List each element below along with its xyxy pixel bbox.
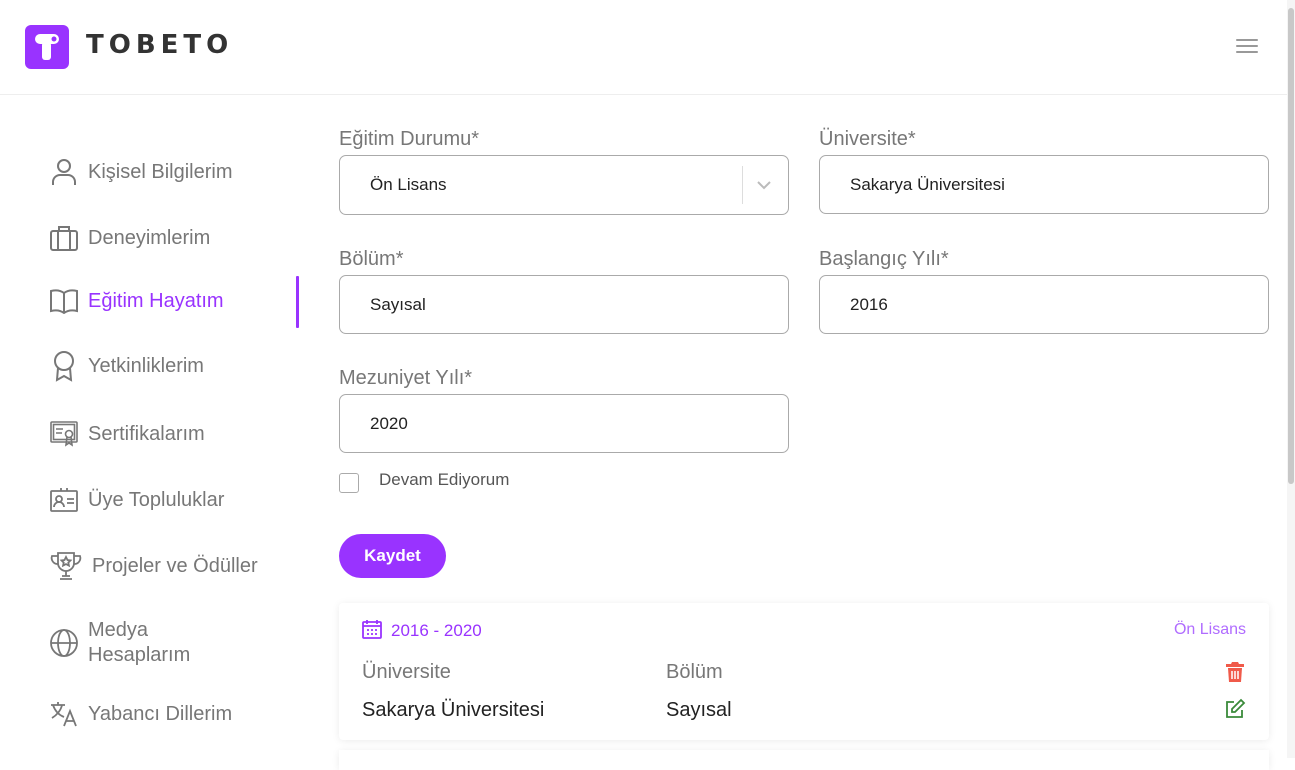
globe-icon [48,627,80,659]
select-divider [742,166,743,204]
university-label: Üniversite* [819,128,916,150]
sidebar-item-label: Yabancı Dillerim [88,702,233,725]
sidebar-item-label: Üye Topluluklar [88,488,225,511]
sidebar-item-label: Projeler ve Ödüller [92,554,258,577]
calendar-icon [361,618,383,645]
chevron-down-icon[interactable] [754,174,774,199]
sidebar-item-label: Deneyimlerim [88,226,211,249]
university-input[interactable]: Sakarya Üniversitesi [819,155,1269,214]
active-indicator [296,276,299,328]
education-status-value: Ön Lisans [370,175,447,194]
department-label: Bölüm* [339,248,404,270]
department-input[interactable]: Sayısal [339,275,789,334]
graduation-year-label: Mezuniyet Yılı* [339,367,473,389]
logo-text[interactable]: TOBETO [86,30,233,60]
scrollbar-thumb[interactable] [1288,8,1294,484]
ongoing-checkbox[interactable] [339,473,359,493]
trophy-icon [48,550,84,582]
save-button[interactable]: Kaydet [339,534,446,578]
sidebar-item-uye-topluluklar[interactable]: Üye Topluluklar [48,484,224,516]
ongoing-checkbox-label[interactable]: Devam Ediyorum [379,470,509,490]
department-value: Sayısal [666,699,732,721]
sidebar-item-projeler-ve-oduller[interactable]: Projeler ve Ödüller [48,550,258,582]
user-icon [48,156,80,188]
start-year-value: 2016 [850,294,888,314]
sidebar-item-label: Sertifikalarım [88,422,205,445]
translate-icon [48,698,80,730]
sidebar-item-label: Yetkinliklerim [88,354,204,377]
department-value: Sayısal [370,294,426,314]
id-card-icon [48,484,80,516]
sidebar-item-kisisel-bilgilerim[interactable]: Kişisel Bilgilerim [48,156,232,188]
education-level: Ön Lisans [1173,621,1246,638]
edit-icon[interactable] [1224,698,1246,725]
education-card: 2016 - 2020 Ön Lisans Üniversite Bölüm S… [339,603,1269,740]
department-header: Bölüm [666,661,723,683]
sidebar-item-yabanci-dillerim[interactable]: Yabancı Dillerim [48,698,232,730]
book-icon [48,285,80,317]
sidebar-item-egitim-hayatim[interactable]: Eğitim Hayatım [48,285,224,317]
sidebar-item-yetkinliklerim[interactable]: Yetkinliklerim [48,350,204,382]
education-status-label: Eğitim Durumu* [339,128,480,150]
graduation-year-input[interactable]: 2020 [339,394,789,453]
trash-icon[interactable] [1225,661,1245,688]
scrollbar[interactable] [1287,0,1295,758]
award-ribbon-icon [48,350,80,382]
start-year-input[interactable]: 2016 [819,275,1269,334]
sidebar-item-deneyimlerim[interactable]: Deneyimlerim [48,222,210,254]
sidebar-item-sertifikalarim[interactable]: Sertifikalarım [48,418,205,450]
hamburger-menu-icon[interactable] [1234,36,1260,56]
university-value: Sakarya Üniversitesi [362,699,545,721]
briefcase-icon [48,222,80,254]
start-year-label: Başlangıç Yılı* [819,248,949,270]
graduation-year-value: 2020 [370,413,408,433]
education-card-next [339,750,1269,770]
sidebar-item-label: Eğitim Hayatım [88,289,224,312]
university-header: Üniversite [362,661,451,683]
sidebar-item-medya-hesaplarim[interactable]: Medya Hesaplarım [48,618,238,668]
certificate-icon [48,418,80,450]
top-header: TOBETO [0,0,1287,95]
university-value: Sakarya Üniversitesi [850,174,1005,194]
education-date-range: 2016 - 2020 [391,621,482,640]
sidebar-item-label: Medya Hesaplarım [88,619,191,666]
education-status-select[interactable]: Ön Lisans [339,155,789,215]
sidebar-item-label: Kişisel Bilgilerim [88,160,233,183]
tobeto-logo-icon[interactable] [25,25,69,69]
